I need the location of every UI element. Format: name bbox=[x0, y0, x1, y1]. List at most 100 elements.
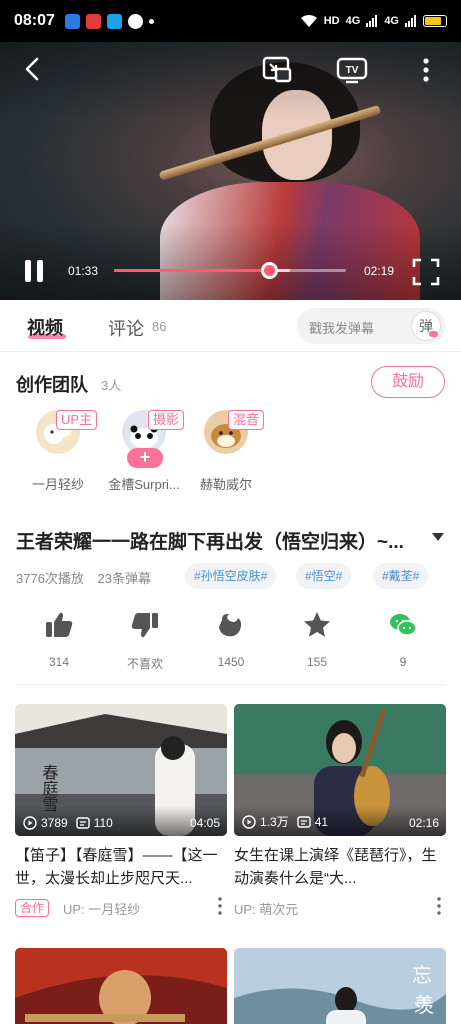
star-icon bbox=[304, 612, 330, 637]
card-play-count: 1.3万 bbox=[260, 815, 289, 829]
video-thumbnail[interactable]: 忘 羡 bbox=[234, 948, 446, 1024]
video-title: 王者荣耀一一路在脚下再出发（悟空归来）~... bbox=[16, 532, 404, 553]
creator-name: 赫勒威尔 bbox=[199, 477, 252, 492]
dislike-button[interactable]: 不喜欢 bbox=[115, 610, 175, 672]
tab-video[interactable]: 视频 bbox=[27, 314, 63, 340]
card-uploader[interactable]: UP: 一月轻纱 bbox=[63, 899, 140, 918]
video-thumbnail[interactable]: 1.3万 41 02:16 bbox=[234, 704, 446, 836]
video-tag[interactable]: #戴荃# bbox=[373, 563, 429, 589]
recommended-video-card[interactable]: 忘 羡 bbox=[234, 948, 446, 1024]
svg-text:羡: 羡 bbox=[414, 993, 434, 1017]
progress-bar[interactable] bbox=[114, 262, 346, 279]
network-label: HD bbox=[323, 15, 340, 27]
svg-text:忘: 忘 bbox=[412, 963, 432, 987]
role-badge: 混音 bbox=[228, 410, 265, 430]
card-play-count: 3789 bbox=[41, 816, 68, 830]
svg-text:TV: TV bbox=[346, 65, 359, 76]
danmaku-count-icon bbox=[296, 815, 311, 828]
thumbnail-scene: 忘 羡 bbox=[234, 948, 446, 1024]
card-danmaku-count: 110 bbox=[93, 816, 113, 830]
follow-button[interactable]: + bbox=[127, 448, 163, 468]
battery-icon bbox=[423, 15, 447, 27]
fullscreen-icon[interactable] bbox=[412, 258, 440, 286]
app-notification-icon bbox=[64, 13, 80, 29]
signal-icon bbox=[366, 15, 378, 27]
tv-icon[interactable]: TV bbox=[336, 56, 368, 84]
thumbs-down-icon bbox=[131, 613, 158, 638]
thumbnail-stats: 3789 110 bbox=[23, 816, 113, 830]
pause-icon[interactable] bbox=[22, 258, 46, 284]
danmaku-toggle-button[interactable]: 弹 bbox=[411, 311, 441, 341]
wifi-icon bbox=[300, 14, 317, 27]
play-count-icon bbox=[242, 814, 256, 829]
duration: 02:19 bbox=[364, 264, 395, 278]
svg-text:春庭雪: 春庭雪 bbox=[40, 764, 59, 812]
detail-tabs: 视频 评论 86 戳我发弹幕 弹 bbox=[0, 300, 461, 352]
role-badge: 摄影 bbox=[148, 410, 185, 430]
favorite-button[interactable]: 155 bbox=[287, 610, 347, 669]
video-thumbnail[interactable]: 春庭雪 3789 110 04:05 bbox=[15, 704, 227, 836]
coin-count: 1450 bbox=[217, 655, 245, 669]
signal-label: 4G bbox=[345, 15, 361, 27]
thumbs-up-icon bbox=[46, 612, 73, 637]
app-notification-icon bbox=[127, 13, 143, 29]
comment-count: 86 bbox=[152, 319, 167, 334]
current-time: 01:33 bbox=[68, 264, 99, 278]
status-time: 08:07 bbox=[14, 12, 55, 29]
card-danmaku-count: 41 bbox=[314, 814, 329, 829]
card-title[interactable]: 女生在课上演绎《琵琶行》，生动演奏什么是“大... bbox=[234, 844, 446, 890]
card-duration: 02:16 bbox=[408, 816, 439, 830]
status-bar: 08:07 HD 4G 4G bbox=[0, 0, 461, 42]
card-more-icon[interactable] bbox=[436, 896, 442, 916]
video-tag[interactable]: #悟空# bbox=[296, 563, 352, 589]
app-notification-icon bbox=[106, 13, 122, 29]
video-meta: 3776次播放 23条弹幕 bbox=[16, 568, 161, 587]
app-notification-icon bbox=[85, 13, 101, 29]
recommended-video-card[interactable]: 春庭雪 3789 110 04:05 【笛子】【春庭雪】——【这一世，太漫长却止… bbox=[15, 704, 227, 934]
danmaku-count: 23条弹幕 bbox=[97, 571, 152, 586]
favorite-count: 155 bbox=[306, 655, 328, 669]
encourage-button[interactable]: 鼓励 bbox=[371, 366, 445, 398]
wechat-icon bbox=[390, 614, 417, 636]
expand-arrow-icon[interactable] bbox=[432, 533, 444, 541]
toggle-indicator-icon bbox=[429, 331, 438, 337]
card-duration: 04:05 bbox=[189, 816, 220, 830]
tab-comments[interactable]: 评论 bbox=[108, 315, 144, 341]
player-overlay bbox=[0, 42, 461, 300]
recommended-video-card[interactable]: 1.3万 41 02:16 女生在课上演绎《琵琶行》，生动演奏什么是“大... … bbox=[234, 704, 446, 934]
notification-dot-icon bbox=[148, 18, 154, 24]
video-tag[interactable]: #孙悟空皮肤# bbox=[185, 563, 277, 589]
card-uploader[interactable]: UP: 萌次元 bbox=[234, 899, 298, 918]
signal-label: 4G bbox=[384, 15, 399, 27]
coop-badge: 合作 bbox=[15, 899, 50, 917]
recommended-video-card[interactable] bbox=[15, 948, 227, 1024]
signal-icon bbox=[405, 15, 416, 27]
like-button[interactable]: 314 bbox=[29, 610, 89, 669]
coin-button[interactable]: 1450 bbox=[201, 610, 261, 669]
thumbnail-stats: 1.3万 41 bbox=[242, 813, 328, 830]
back-icon[interactable] bbox=[20, 56, 46, 82]
creator-name: 金槽Surpri... bbox=[108, 477, 180, 492]
creator-name: 一月轻纱 bbox=[31, 477, 84, 492]
danmaku-input[interactable]: 戳我发弹幕 弹 bbox=[297, 308, 445, 344]
cast-icon[interactable] bbox=[262, 56, 292, 84]
card-more-icon[interactable] bbox=[217, 896, 223, 916]
coin-icon bbox=[219, 614, 242, 637]
share-count: 9 bbox=[399, 655, 407, 669]
like-count: 314 bbox=[48, 655, 70, 669]
play-count-icon bbox=[23, 816, 37, 830]
played-bar bbox=[114, 269, 270, 272]
thumbnail-scene bbox=[15, 948, 227, 1024]
role-badge: UP主 bbox=[56, 410, 98, 430]
more-icon[interactable] bbox=[418, 56, 434, 84]
team-count: 3人 bbox=[101, 378, 122, 393]
danmaku-placeholder: 戳我发弹幕 bbox=[309, 321, 375, 336]
video-thumbnail[interactable] bbox=[15, 948, 227, 1024]
share-button[interactable]: 9 bbox=[373, 610, 433, 669]
danmaku-count-icon bbox=[76, 817, 90, 829]
team-title: 创作团队 bbox=[16, 375, 88, 395]
play-count: 3776次播放 bbox=[16, 571, 84, 586]
video-player[interactable]: TV 01:33 02:19 bbox=[0, 42, 461, 300]
card-title[interactable]: 【笛子】【春庭雪】——【这一世，太漫长却止步咫尺天... bbox=[15, 844, 227, 890]
divider bbox=[16, 684, 446, 685]
